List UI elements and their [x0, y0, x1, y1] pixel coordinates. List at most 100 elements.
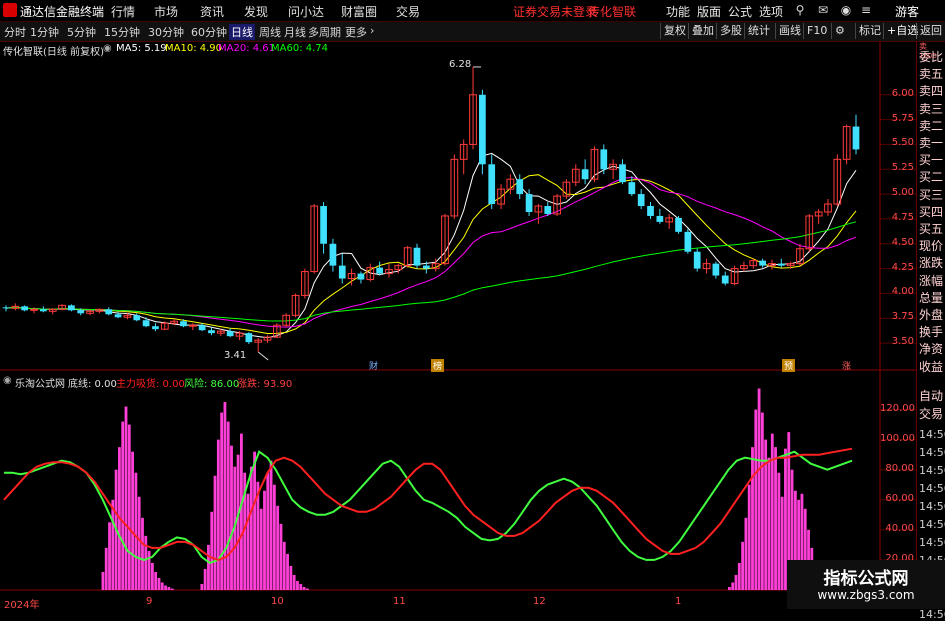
quote-field-10[interactable]: 买五	[919, 220, 943, 237]
indicator-bar	[263, 490, 266, 590]
user-label[interactable]: 游客	[895, 3, 919, 20]
quote-field-20[interactable]: 交易	[919, 405, 943, 422]
indicator-bar	[760, 412, 764, 590]
chevron-right-icon[interactable]: ›	[370, 24, 374, 37]
quote-field-12[interactable]: 涨跌	[919, 254, 943, 271]
indicator-bar	[230, 445, 233, 590]
quote-field-8[interactable]: 买三	[919, 186, 943, 203]
fuquan-button[interactable]: 复权	[660, 23, 689, 39]
quote-field-1[interactable]: 卖五	[919, 65, 943, 82]
menu-gongshi[interactable]: 公式	[728, 3, 752, 20]
quote-field-2[interactable]: 卖四	[919, 82, 943, 99]
period-5min[interactable]: 5分钟	[67, 24, 96, 40]
indicator-bar	[160, 582, 164, 590]
period-60min[interactable]: 60分钟	[191, 24, 227, 40]
indicator-bar	[754, 409, 758, 590]
period-monthly[interactable]: 月线	[284, 24, 306, 40]
period-weekly[interactable]: 周线	[259, 24, 281, 40]
period-15min[interactable]: 15分钟	[104, 24, 140, 40]
current-stock: 传化智联	[588, 5, 637, 19]
indicator-bar	[286, 553, 289, 590]
quote-field-17[interactable]: 净资	[919, 340, 943, 357]
quote-field-18[interactable]: 收益	[919, 358, 943, 375]
indicator-bar	[737, 562, 741, 590]
candle-body-down	[647, 206, 654, 216]
back-button[interactable]: 返回	[916, 23, 945, 39]
period-1min[interactable]: 1分钟	[30, 24, 59, 40]
y-tick-label: 4.00	[891, 286, 914, 298]
indicator-bar	[226, 421, 230, 590]
login-status[interactable]: 证券交易未登录	[513, 3, 597, 20]
period-daily[interactable]: 日线	[229, 24, 255, 40]
mark-button[interactable]: 标记	[855, 23, 884, 39]
period-multi[interactable]: 多周期	[308, 24, 341, 40]
menu-shichang[interactable]: 市场	[154, 3, 178, 20]
camera-icon[interactable]: ◉	[838, 2, 854, 18]
indicator-bar	[747, 484, 751, 590]
search-icon[interactable]: ⚲	[792, 2, 808, 18]
indicator-bar	[282, 541, 286, 590]
quote-field-13[interactable]: 涨幅	[919, 272, 943, 289]
candle-body-down	[40, 309, 47, 312]
menu-jiaoyi[interactable]: 交易	[396, 3, 420, 20]
quote-field-11[interactable]: 现价	[919, 237, 943, 254]
menu-wenxiaoda[interactable]: 问小达	[288, 3, 324, 20]
candle-body-down	[684, 231, 692, 252]
candle-body-down	[68, 305, 75, 311]
drawline-button[interactable]: 画线	[775, 23, 804, 39]
quote-field-3[interactable]: 卖三	[919, 100, 943, 117]
candle-body-down	[656, 215, 664, 222]
candle-body-down	[133, 315, 141, 321]
event-yu[interactable]: 预	[782, 359, 796, 372]
candle-body-down	[245, 333, 253, 343]
period-more[interactable]: 更多	[345, 24, 367, 40]
mail-icon[interactable]: ✉	[815, 2, 831, 18]
quote-field-16[interactable]: 换手	[919, 323, 943, 340]
chart-area[interactable]	[0, 42, 916, 609]
event-zhang[interactable]: 涨	[840, 359, 853, 372]
candle-body-down	[114, 314, 122, 318]
multistock-button[interactable]: 多股	[716, 23, 745, 39]
event-cai[interactable]: 财	[367, 359, 380, 372]
ind-y-tick-label: 60.00	[885, 492, 914, 504]
gear-icon[interactable]: ⚙	[831, 23, 848, 39]
candle-body-down	[637, 194, 645, 207]
menu-xuanxiang[interactable]: 选项	[759, 3, 783, 20]
quote-field-6[interactable]: 买一	[919, 151, 943, 168]
menu-zixun[interactable]: 资讯	[200, 3, 224, 20]
indicator-bar	[272, 484, 276, 590]
period-30min[interactable]: 30分钟	[148, 24, 184, 40]
quote-field-5[interactable]: 卖一	[919, 134, 943, 151]
indicator-bar	[203, 568, 207, 590]
period-fenshi[interactable]: 分时	[4, 24, 26, 40]
candle-body-down	[376, 267, 383, 274]
menu-banmian[interactable]: 版面	[697, 3, 721, 20]
indicator-bar	[292, 574, 296, 590]
indicator-bar	[259, 508, 263, 590]
indicator-bar	[246, 493, 250, 590]
quote-field-0[interactable]: 委比	[919, 48, 943, 65]
quote-field-9[interactable]: 买四	[919, 203, 943, 220]
quote-panel: 卖 1000 委比 卖五 卖四 卖三 卖二 卖一 买一 买二 买三 买四 买五 现价 涨跌 涨幅 总量 外盘换…	[916, 42, 945, 621]
app-logo-icon	[3, 3, 17, 17]
quote-field-14[interactable]: 总量	[919, 289, 943, 306]
f10-button[interactable]: F10	[803, 23, 830, 39]
menu-hangqing[interactable]: 行情	[111, 3, 135, 20]
tick-time: 14:56	[919, 500, 945, 513]
ind-y-tick-label: 80.00	[885, 462, 914, 474]
indicator-bar	[741, 541, 744, 590]
quote-field-4[interactable]: 卖二	[919, 117, 943, 134]
menu-icon[interactable]: ≡	[858, 2, 874, 18]
event-bang[interactable]: 榜	[431, 359, 445, 372]
candle-body-down	[619, 164, 626, 183]
menu-faxian[interactable]: 发现	[244, 3, 268, 20]
menu-gongneng[interactable]: 功能	[666, 3, 690, 20]
indicator-chevron-icon[interactable]: ◉	[3, 375, 12, 386]
menu-caifuquan[interactable]: 财富圈	[341, 3, 377, 20]
quote-field-7[interactable]: 买二	[919, 168, 943, 185]
quote-field-19[interactable]: 自动	[919, 387, 943, 404]
quote-field-15[interactable]: 外盘	[919, 306, 943, 323]
overlay-button[interactable]: 叠加	[688, 23, 717, 39]
stats-button[interactable]: 统计	[744, 23, 773, 39]
indicator-bar	[269, 460, 273, 590]
